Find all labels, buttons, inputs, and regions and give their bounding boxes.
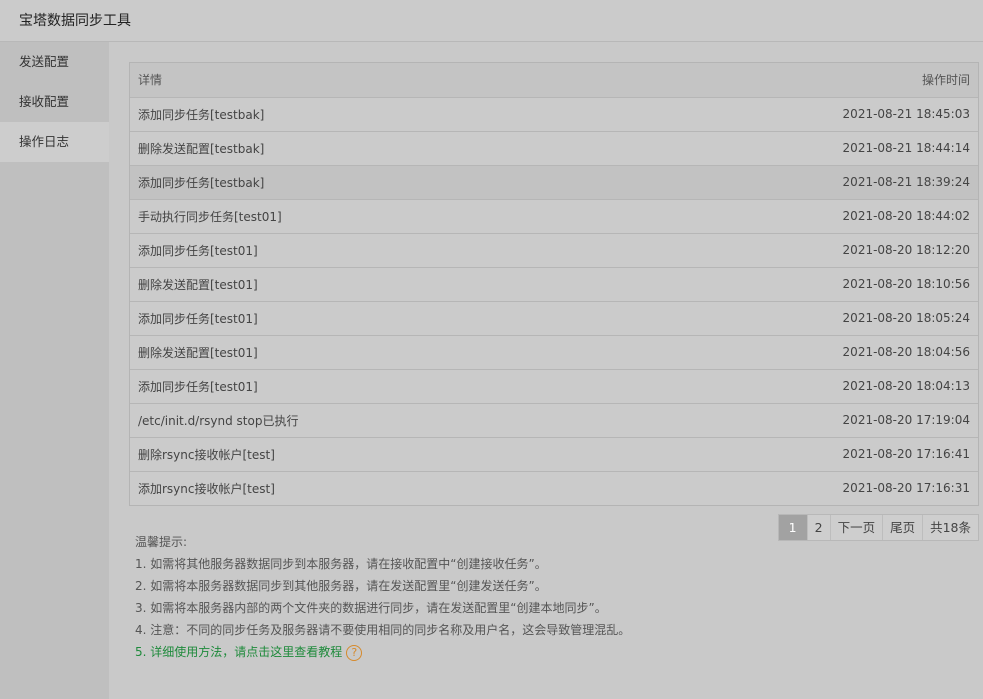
log-detail: 删除发送配置[testbak] [130,131,758,166]
log-time: 2021-08-20 18:04:13 [758,369,978,404]
log-detail: 添加同步任务[test01] [130,301,758,336]
sidebar-item-send-config[interactable]: 发送配置 [0,42,109,82]
log-time: 2021-08-20 17:16:41 [758,437,978,472]
log-time: 2021-08-21 18:39:24 [758,165,978,200]
log-detail: 添加同步任务[test01] [130,369,758,404]
log-detail: 手动执行同步任务[test01] [130,199,758,234]
column-header-detail: 详情 [130,63,758,98]
log-detail: 删除rsync接收帐户[test] [130,437,758,472]
window-title: 宝塔数据同步工具 [0,0,983,42]
log-time: 2021-08-20 17:16:31 [758,471,978,505]
sidebar-item-receive-config[interactable]: 接收配置 [0,82,109,122]
log-time: 2021-08-20 18:12:20 [758,233,978,268]
log-time: 2021-08-20 18:10:56 [758,267,978,302]
tip-item: 2. 如需将本服务器数据同步到其他服务器，请在发送配置里“创建发送任务”。 [135,579,547,593]
log-detail: 删除发送配置[test01] [130,267,758,302]
tip-link-row: 5. 详细使用方法，请点击这里查看教程? [135,641,955,663]
log-time: 2021-08-20 18:04:56 [758,335,978,370]
table-row: 手动执行同步任务[test01] 2021-08-20 18:44:02 [130,199,978,234]
table-row: /etc/init.d/rsynd stop已执行 2021-08-20 17:1… [130,403,978,438]
table-row: 添加同步任务[test01] 2021-08-20 18:12:20 [130,233,978,268]
log-detail: /etc/init.d/rsynd stop已执行 [130,403,758,438]
help-icon[interactable]: ? [346,644,363,661]
tips-heading: 温馨提示: [135,535,188,549]
column-header-time: 操作时间 [758,63,978,98]
log-table: 详情 操作时间 添加同步任务[testbak] 2021-08-21 18:45:… [129,62,979,506]
table-row: 添加同步任务[testbak] 2021-08-21 18:45:03 [130,97,978,132]
log-detail: 添加同步任务[testbak] [130,165,758,200]
log-detail: 添加同步任务[testbak] [130,97,758,132]
table-row: 删除发送配置[testbak] 2021-08-21 18:44:14 [130,131,978,166]
table-row: 删除发送配置[test01] 2021-08-20 18:04:56 [130,335,978,370]
log-time: 2021-08-20 18:05:24 [758,301,978,336]
tip-item: 3. 如需将本服务器内部的两个文件夹的数据进行同步，请在发送配置里“创建本地同步… [135,601,607,615]
log-detail: 删除发送配置[test01] [130,335,758,370]
table-row: 删除rsync接收帐户[test] 2021-08-20 17:16:41 [130,437,978,472]
log-time: 2021-08-21 18:44:14 [758,131,978,166]
sidebar-item-operation-log[interactable]: 操作日志 [0,122,109,162]
tip-item: 1. 如需将其他服务器数据同步到本服务器，请在接收配置中“创建接收任务”。 [135,557,547,571]
table-row: 删除发送配置[test01] 2021-08-20 18:10:56 [130,267,978,302]
table-row: 添加rsync接收帐户[test] 2021-08-20 17:16:31 [130,471,978,505]
tip-item: 4. 注意：不同的同步任务及服务器请不要使用相同的同步名称及用户名，这会导致管理… [135,623,631,637]
log-time: 2021-08-21 18:45:03 [758,97,978,132]
sidebar: 发送配置 接收配置 操作日志 [0,42,109,699]
table-row: 添加同步任务[testbak] 2021-08-21 18:39:24 [130,165,978,200]
table-row: 添加同步任务[test01] 2021-08-20 18:05:24 [130,301,978,336]
log-time: 2021-08-20 17:19:04 [758,403,978,438]
table-header-row: 详情 操作时间 [130,63,978,98]
log-time: 2021-08-20 18:44:02 [758,199,978,234]
table-row: 添加同步任务[test01] 2021-08-20 18:04:13 [130,369,978,404]
log-detail: 添加rsync接收帐户[test] [130,471,758,505]
main-panel: 详情 操作时间 添加同步任务[testbak] 2021-08-21 18:45:… [109,42,983,699]
log-detail: 添加同步任务[test01] [130,233,758,268]
tutorial-link[interactable]: 5. 详细使用方法，请点击这里查看教程 [135,645,342,659]
tips-section: 温馨提示: 1. 如需将其他服务器数据同步到本服务器，请在接收配置中“创建接收任… [135,531,955,663]
